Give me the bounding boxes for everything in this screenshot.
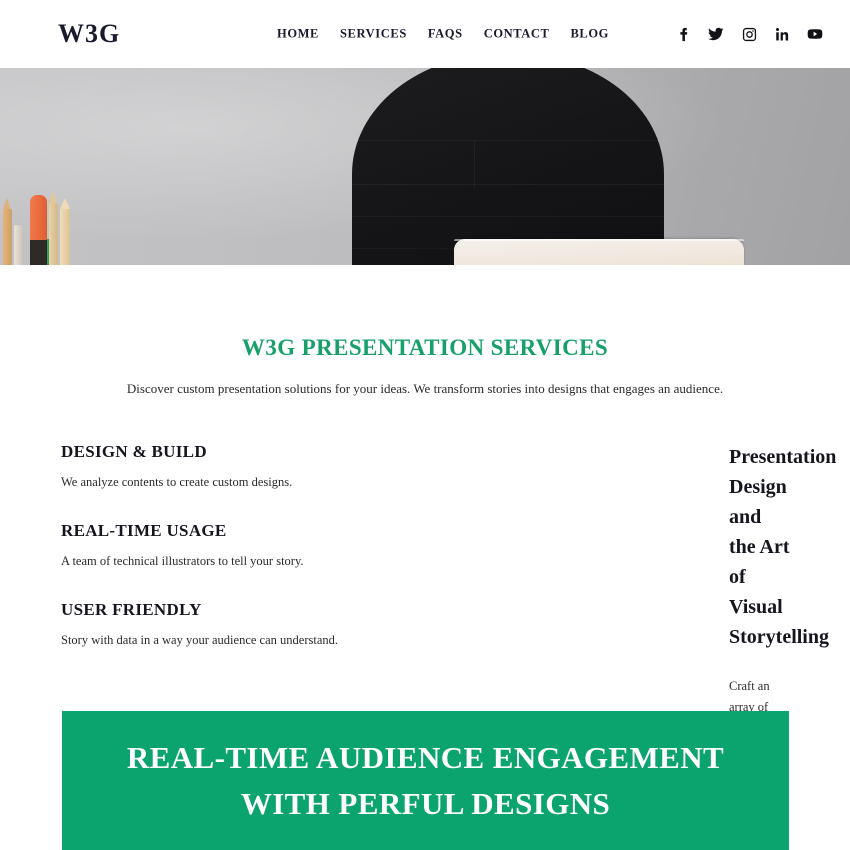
nav-link-contact[interactable]: CONTACT [484, 27, 550, 42]
main-navigation: HOME SERVICES FAQS CONTACT BLOG [277, 27, 609, 42]
twitter-icon[interactable] [708, 26, 724, 42]
article-title: Presentation Design and the Art of Visua… [729, 446, 837, 648]
feature-text: Story with data in a way your audience c… [61, 633, 338, 647]
facebook-icon[interactable] [675, 26, 691, 42]
cta-banner-line1: REAL-TIME AUDIENCE ENGAGEMENT [126, 739, 725, 775]
page-title: W3G PRESENTATION SERVICES [241, 335, 609, 360]
feature-title: DESIGN & BUILD [61, 442, 207, 461]
page-root: W3G HOME SERVICES FAQS CONTACT BLOG W3G … [0, 0, 850, 850]
intro-section: W3G PRESENTATION SERVICES Discover custo… [0, 265, 850, 397]
hero-laptop-object:  [454, 239, 744, 265]
social-links [675, 26, 823, 42]
youtube-icon[interactable] [807, 26, 823, 42]
hero-image:  [0, 68, 850, 265]
pencil-cream [60, 209, 70, 265]
linkedin-icon[interactable] [774, 26, 790, 42]
feature-text: A team of technical illustrators to tell… [61, 554, 304, 568]
nav-link-services[interactable]: SERVICES [340, 27, 407, 42]
hero-chair-seam [474, 140, 475, 188]
cta-banner-text: REAL-TIME AUDIENCE ENGAGEMENT WITH PERFU… [107, 735, 744, 827]
brand-logo[interactable]: W3G [58, 19, 120, 49]
page-subtitle: Discover custom presentation solutions f… [126, 381, 724, 396]
cta-banner-line2: WITH PERFUL DESIGNS [240, 785, 611, 821]
feature-title: USER FRIENDLY [61, 600, 202, 619]
site-header: W3G HOME SERVICES FAQS CONTACT BLOG [0, 0, 850, 68]
pencil-tan [3, 209, 12, 265]
cta-banner: REAL-TIME AUDIENCE ENGAGEMENT WITH PERFU… [62, 711, 789, 850]
feature-text: We analyze contents to create custom des… [61, 475, 293, 489]
feature-user-friendly: USER FRIENDLY Story with data in a way y… [61, 600, 355, 648]
marker-orange-band [30, 240, 47, 265]
instagram-icon[interactable] [741, 26, 757, 42]
feature-design-build: DESIGN & BUILD We analyze contents to cr… [61, 442, 355, 490]
features-column: DESIGN & BUILD We analyze contents to cr… [0, 442, 365, 648]
hero-pencil-cup [0, 179, 94, 265]
nav-link-home[interactable]: HOME [277, 27, 319, 42]
pencil-tan-tip [3, 198, 11, 209]
nav-link-blog[interactable]: BLOG [570, 27, 609, 42]
feature-title: REAL-TIME USAGE [61, 521, 227, 540]
pencil-beige-tip [49, 191, 57, 203]
pencil-cream-tip [60, 198, 70, 209]
nav-link-faqs[interactable]: FAQS [428, 27, 463, 42]
hero-chair-object [352, 68, 664, 265]
pencil-beige [49, 203, 58, 265]
pencil-white [14, 225, 22, 265]
feature-real-time-usage: REAL-TIME USAGE A team of technical illu… [61, 521, 355, 569]
